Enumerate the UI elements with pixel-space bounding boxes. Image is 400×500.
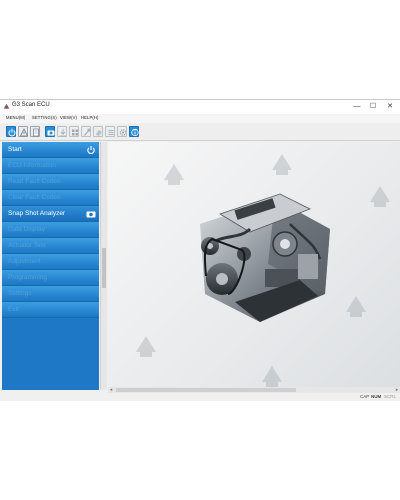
menu-bar: MENU(M) SETTING(S) VIEW(V) HELP(H)	[0, 114, 400, 123]
menu-setting[interactable]: SETTING(S)	[32, 115, 57, 120]
sidebar-item-data-display[interactable]: Data Display	[2, 222, 99, 238]
sidebar-item-label: Start	[8, 146, 22, 153]
watermark-logo-icon	[272, 154, 292, 175]
sidebar-item-adjustment[interactable]: Adjustment	[2, 254, 99, 270]
power-button[interactable]	[6, 126, 16, 137]
camera-icon	[47, 130, 55, 136]
power-icon	[8, 128, 16, 137]
sidebar-scrollbar[interactable]	[100, 142, 107, 390]
title-bar: G3 Scan ECU — ☐ ✕	[0, 100, 400, 114]
eraser-button[interactable]	[93, 126, 103, 137]
warning-icon	[20, 128, 28, 137]
status-bar: CAP NUM SCRL	[0, 393, 400, 401]
warning-button[interactable]	[18, 126, 28, 137]
window-title: G3 Scan ECU	[12, 102, 50, 108]
minimize-button[interactable]: —	[350, 101, 364, 112]
sidebar-item-start[interactable]: Start	[2, 142, 99, 158]
sidebar-item-label: Settings	[8, 290, 32, 297]
sidebar-item-settings[interactable]: Settings	[2, 286, 99, 302]
toolbar	[0, 124, 400, 141]
sidebar-item-label: ECU Information	[8, 162, 57, 169]
download-button[interactable]	[57, 126, 67, 137]
eraser-icon	[96, 130, 102, 136]
list-icon	[108, 130, 114, 135]
tools-button[interactable]	[81, 126, 91, 137]
sidebar-item-actuator-test[interactable]: Actuator Test	[2, 238, 99, 254]
function-sidebar: Start ECU Information Read Fault Codes C…	[2, 142, 99, 390]
grid-icon	[72, 129, 78, 136]
camera-button[interactable]	[45, 126, 55, 137]
app-logo-icon	[3, 103, 10, 109]
watermark-logo-icon	[370, 186, 390, 207]
sidebar-item-snap-shot-analyzer[interactable]: Snap Shot Analyzer	[2, 206, 99, 222]
camera-icon	[86, 211, 96, 218]
menu-view[interactable]: VIEW(V)	[60, 115, 77, 120]
list-button[interactable]	[105, 126, 115, 137]
sidebar-empty-area	[2, 318, 99, 390]
power-icon	[87, 146, 95, 154]
sidebar-item-label: Snap Shot Analyzer	[8, 210, 66, 217]
tools-icon	[84, 128, 91, 136]
sidebar-item-label: Clear Fault Codes	[8, 194, 61, 201]
menu-menu[interactable]: MENU(M)	[6, 115, 25, 120]
application-window: G3 Scan ECU — ☐ ✕ MENU(M) SETTING(S) VIE…	[0, 99, 400, 401]
download-icon	[60, 129, 66, 137]
settings-icon	[119, 129, 127, 136]
sidebar-item-label: Data Display	[8, 226, 45, 233]
scroll-lock-indicator: SCRL	[384, 394, 397, 399]
sidebar-item-exit[interactable]: Exit	[2, 302, 99, 318]
menu-help[interactable]: HELP(H)	[81, 115, 98, 120]
engine-image	[200, 193, 330, 322]
sidebar-item-label: Adjustment	[8, 258, 41, 265]
sidebar-item-label: Read Fault Codes	[8, 178, 61, 185]
close-button[interactable]: ✕	[383, 101, 397, 112]
grid-button[interactable]	[69, 126, 79, 137]
sidebar-item-label: Exit	[8, 306, 19, 313]
scrollbar-thumb[interactable]	[102, 248, 106, 288]
watermark-logo-icon	[346, 296, 366, 317]
info-button[interactable]	[129, 126, 139, 137]
document-button[interactable]	[30, 126, 40, 137]
watermark-logo-icon	[136, 336, 156, 357]
sidebar-item-ecu-information[interactable]: ECU Information	[2, 158, 99, 174]
maximize-button[interactable]: ☐	[366, 101, 380, 112]
document-icon	[33, 128, 39, 137]
sidebar-item-label: Programming	[8, 274, 48, 281]
sidebar-item-clear-fault-codes[interactable]: Clear Fault Codes	[2, 190, 99, 206]
scrollbar-thumb[interactable]	[116, 388, 296, 392]
sidebar-item-programming[interactable]: Programming	[2, 270, 99, 286]
engine-image-area	[108, 142, 400, 388]
info-icon	[131, 128, 139, 137]
sidebar-item-read-fault-codes[interactable]: Read Fault Codes	[2, 174, 99, 190]
caps-lock-indicator: CAP	[360, 394, 370, 399]
sidebar-item-label: Actuator Test	[8, 242, 46, 249]
num-lock-indicator: NUM	[371, 394, 382, 399]
watermark-logo-icon	[262, 366, 282, 387]
settings-button[interactable]	[117, 126, 127, 137]
